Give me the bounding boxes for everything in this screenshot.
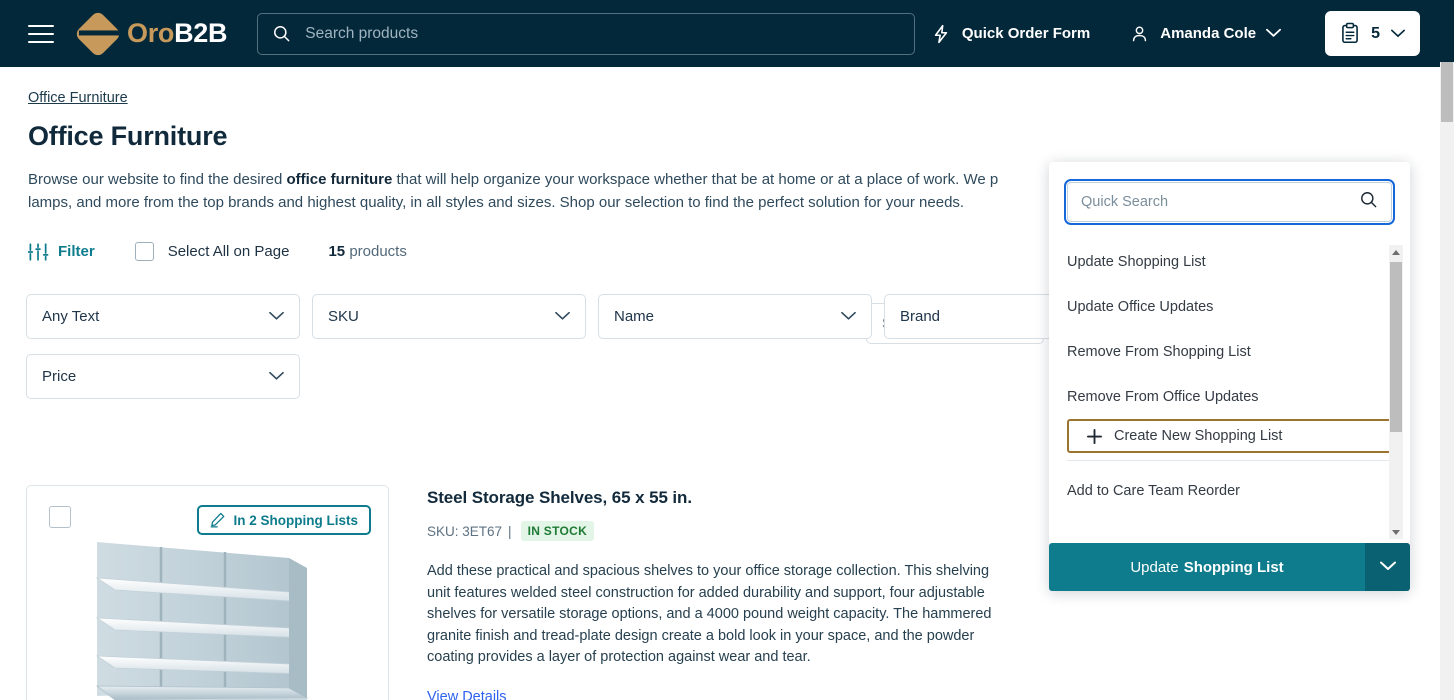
dropdown-item-update-shopping-list[interactable]: Update Shopping List (1049, 239, 1410, 284)
dropdown-item-remove-from-office-updates[interactable]: Remove From Office Updates (1049, 374, 1410, 419)
product-name[interactable]: Steel Storage Shelves, 65 x 55 in. (427, 488, 1027, 508)
dropdown-item-label: Update Shopping List (1067, 254, 1206, 270)
filter-select-any-text[interactable]: Any Text (26, 294, 300, 339)
product-info: Steel Storage Shelves, 65 x 55 in. SKU: … (427, 488, 1027, 700)
description-after: that will help organize your workspace w… (392, 171, 998, 188)
logo-text-oro: Oro (127, 18, 174, 48)
product-description: Add these practical and spacious shelves… (427, 561, 1012, 669)
search-icon (272, 24, 291, 43)
filter-select-label: Any Text (42, 308, 99, 325)
product-select-checkbox[interactable] (49, 506, 71, 528)
product-count-number: 15 (328, 243, 345, 260)
dropdown-item-label: Add to Care Team Reorder (1067, 483, 1240, 499)
product-count: 15 products (328, 243, 406, 260)
quick-order-form-label: Quick Order Form (962, 25, 1090, 42)
select-all-label: Select All on Page (168, 243, 290, 260)
breadcrumb[interactable]: Office Furniture (28, 90, 128, 106)
account-menu[interactable]: Amanda Cole (1130, 24, 1281, 43)
filter-select-label: Name (614, 308, 654, 325)
page-scrollbar-track-top (1440, 0, 1454, 62)
header-actions: Quick Order Form Amanda Cole 5 (931, 11, 1420, 56)
view-details-link[interactable]: View Details (427, 689, 507, 700)
user-icon (1130, 24, 1149, 43)
dropdown-item-label: Remove From Shopping List (1067, 344, 1251, 360)
cta-bold: Shopping List (1184, 559, 1284, 576)
chevron-down-icon (1266, 25, 1281, 42)
filter-select-price[interactable]: Price (26, 354, 300, 399)
dropdown-item-add-to-care-team-reorder[interactable]: Add to Care Team Reorder (1049, 468, 1410, 513)
quick-order-form-button[interactable]: Quick Order Form (931, 23, 1090, 45)
product-toolbar: Filter Select All on Page 15 products (28, 242, 407, 261)
update-shopping-list-dropdown-toggle[interactable] (1365, 543, 1410, 591)
search-icon[interactable] (1359, 190, 1378, 214)
product-card: In 2 Shopping Lists (26, 485, 389, 700)
chevron-down-icon (1391, 25, 1405, 43)
status-badge: IN STOCK (521, 521, 595, 541)
scroll-up-arrow-icon[interactable] (1389, 245, 1403, 259)
search-placeholder: Search products (305, 25, 418, 43)
lightning-bolt-icon (931, 23, 951, 45)
logo-text-b2b: B2B (174, 18, 227, 48)
plus-icon (1087, 429, 1102, 444)
product-meta: SKU: 3ET67 | IN STOCK (427, 521, 1027, 541)
hamburger-menu-icon[interactable] (28, 25, 54, 43)
dropdown-item-label: Create New Shopping List (1114, 428, 1282, 444)
logo-text: OroB2B (127, 18, 227, 49)
top-header: OroB2B Search products Quick Order Form … (0, 0, 1440, 67)
chevron-down-icon (555, 308, 570, 326)
update-shopping-list-cta: Update Shopping List (1049, 543, 1410, 591)
cta-prefix: Update (1130, 559, 1178, 576)
filter-select-label: SKU (328, 308, 359, 325)
filter-sliders-icon (28, 243, 49, 261)
filter-label: Filter (58, 243, 95, 260)
filter-select-sku[interactable]: SKU (312, 294, 586, 339)
shopping-list-button[interactable]: 5 (1325, 11, 1420, 56)
clipboard-icon (1340, 22, 1360, 45)
dropdown-list: Update Shopping List Update Office Updat… (1049, 239, 1410, 543)
chevron-down-icon (269, 368, 284, 386)
page-scrollbar-thumb[interactable] (1441, 62, 1453, 122)
description-before: Browse our website to find the desired (28, 171, 286, 188)
dropdown-divider (1067, 460, 1392, 461)
product-sku: SKU: 3ET67 (427, 524, 502, 539)
page-scrollbar[interactable] (1440, 0, 1454, 700)
select-all-on-page[interactable]: Select All on Page (135, 242, 290, 261)
logo-diamond-icon (74, 9, 122, 57)
scroll-down-arrow-icon[interactable] (1389, 525, 1403, 539)
filter-select-label: Price (42, 368, 76, 385)
shopping-list-dropdown: Quick Search Update Shopping List Update… (1049, 162, 1410, 591)
chevron-down-icon (841, 308, 856, 326)
dropdown-item-label: Update Office Updates (1067, 299, 1213, 315)
filter-select-name[interactable]: Name (598, 294, 872, 339)
chevron-down-icon (1380, 558, 1396, 576)
dropdown-item-create-new-shopping-list[interactable]: Create New Shopping List (1067, 419, 1398, 453)
chevron-down-icon (269, 308, 284, 326)
filter-button[interactable]: Filter (28, 243, 95, 261)
product-image[interactable] (89, 518, 329, 700)
select-all-checkbox[interactable] (135, 242, 154, 261)
page-title: Office Furniture (28, 121, 227, 152)
update-shopping-list-button[interactable]: Update Shopping List (1049, 543, 1365, 591)
dropdown-item-remove-from-shopping-list[interactable]: Remove From Shopping List (1049, 329, 1410, 374)
dropdown-item-update-office-updates[interactable]: Update Office Updates (1049, 284, 1410, 329)
steel-shelving-unit-image (89, 518, 329, 700)
description-bold: office furniture (286, 171, 392, 188)
account-name-label: Amanda Cole (1160, 25, 1256, 42)
quick-search-input[interactable]: Quick Search (1067, 182, 1392, 222)
dropdown-item-label: Remove From Office Updates (1067, 389, 1259, 405)
quick-search-placeholder: Quick Search (1081, 194, 1168, 210)
quick-search-wrapper: Quick Search (1049, 162, 1410, 235)
search-input[interactable]: Search products (257, 13, 915, 55)
dropdown-scrollbar-thumb[interactable] (1390, 262, 1402, 432)
product-count-word: products (349, 243, 407, 260)
shopping-list-count: 5 (1371, 25, 1380, 43)
logo[interactable]: OroB2B (81, 17, 227, 51)
meta-separator: | (508, 524, 512, 539)
dropdown-scrollbar[interactable] (1389, 245, 1403, 539)
filter-select-label: Brand (900, 308, 940, 325)
description-line2: lamps, and more from the top brands and … (28, 194, 964, 211)
